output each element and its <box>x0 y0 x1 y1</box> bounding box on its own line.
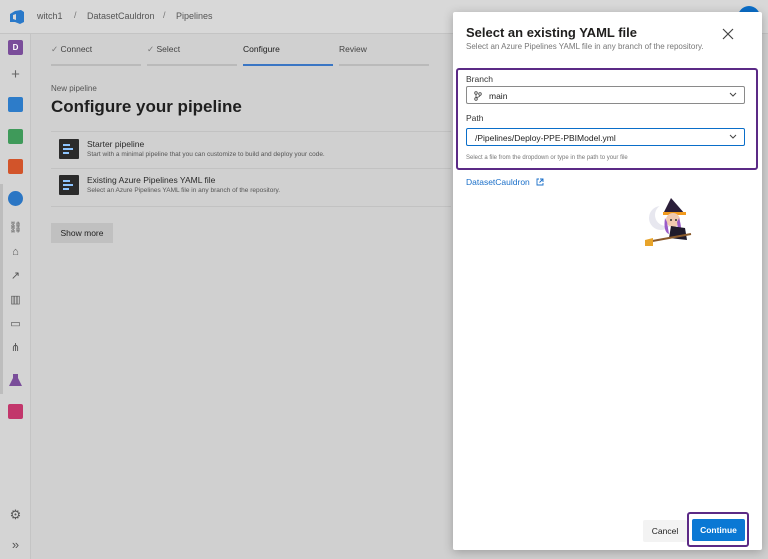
active-section-indicator <box>0 184 3 394</box>
breadcrumb-section[interactable]: Pipelines <box>176 11 213 21</box>
repos-icon[interactable] <box>7 128 24 145</box>
breadcrumb-org[interactable]: witch1 <box>37 11 63 21</box>
plus-icon[interactable]: + <box>7 66 24 83</box>
path-value: /Pipelines/Deploy-PPE-PBIModel.yml <box>475 133 616 143</box>
deployment-groups-icon[interactable]: ⋔ <box>7 340 24 357</box>
step-review[interactable]: Review <box>339 44 429 66</box>
breadcrumb-separator: / <box>74 10 77 20</box>
left-nav-rail: D + ⛓ ⌂ ↗ ▥ ▭ ⋔ ⚙ » <box>0 34 31 559</box>
show-more-button[interactable]: Show more <box>51 223 113 243</box>
step-select[interactable]: ✓ Select <box>147 44 237 66</box>
panel-subtitle: Select an Azure Pipelines YAML file in a… <box>466 42 704 51</box>
pipelines-sub-icon[interactable]: ⌂ <box>7 244 24 261</box>
path-dropdown[interactable]: /Pipelines/Deploy-PPE-PBIModel.yml <box>466 128 745 146</box>
boards-icon[interactable] <box>7 96 24 113</box>
close-icon[interactable] <box>722 28 734 40</box>
divider <box>51 131 451 132</box>
new-pipeline-label: New pipeline <box>51 84 97 93</box>
step-configure[interactable]: Configure <box>243 44 333 66</box>
branch-icon <box>474 91 482 101</box>
gear-icon[interactable]: ⚙ <box>7 506 24 523</box>
highlight-box: Continue <box>687 512 749 547</box>
branch-dropdown[interactable]: main <box>466 86 745 104</box>
divider <box>51 168 451 169</box>
task-groups-icon[interactable]: ▭ <box>7 316 24 333</box>
continue-button[interactable]: Continue <box>692 519 745 541</box>
option-existing-yaml[interactable]: Existing Azure Pipelines YAML file Selec… <box>59 173 419 203</box>
test-plans-icon[interactable] <box>7 372 24 389</box>
repos-git-icon[interactable] <box>7 158 24 175</box>
pipelines-icon[interactable] <box>7 190 24 207</box>
project-avatar[interactable]: D <box>7 39 24 56</box>
divider <box>51 206 451 207</box>
chevron-down-icon <box>729 134 737 139</box>
branch-label: Branch <box>466 74 493 84</box>
cancel-button[interactable]: Cancel <box>643 520 687 542</box>
select-yaml-panel: Select an existing YAML file Select an A… <box>453 12 762 550</box>
branch-value: main <box>489 91 508 101</box>
witch-mascot-illustration <box>645 198 692 246</box>
step-connect[interactable]: ✓ Connect <box>51 44 141 66</box>
check-icon: ✓ <box>51 44 59 54</box>
library-icon[interactable]: ▥ <box>7 292 24 309</box>
environments-icon[interactable]: ↗ <box>7 268 24 285</box>
yaml-file-icon <box>59 175 79 195</box>
breadcrumb-separator: / <box>163 10 166 20</box>
check-icon: ✓ <box>147 44 155 54</box>
wizard-steps: ✓ Connect ✓ Select Configure Review <box>51 44 471 66</box>
path-hint: Select a file from the dropdown or type … <box>466 155 628 161</box>
external-link-icon[interactable] <box>536 178 544 186</box>
breadcrumb-project[interactable]: DatasetCauldron <box>87 11 155 21</box>
azure-devops-logo-icon[interactable] <box>8 8 26 26</box>
page-title: Configure your pipeline <box>51 97 242 116</box>
overview-icon[interactable]: ⛓ <box>7 220 24 237</box>
path-label: Path <box>466 113 484 123</box>
chevron-down-icon <box>729 92 737 97</box>
artifacts-icon[interactable] <box>7 403 24 420</box>
yaml-file-icon <box>59 139 79 159</box>
repo-link[interactable]: DatasetCauldron <box>466 177 530 187</box>
double-chevron-right-icon[interactable]: » <box>7 536 24 553</box>
option-starter-pipeline[interactable]: Starter pipeline Start with a minimal pi… <box>59 137 419 167</box>
panel-title: Select an existing YAML file <box>466 25 637 40</box>
